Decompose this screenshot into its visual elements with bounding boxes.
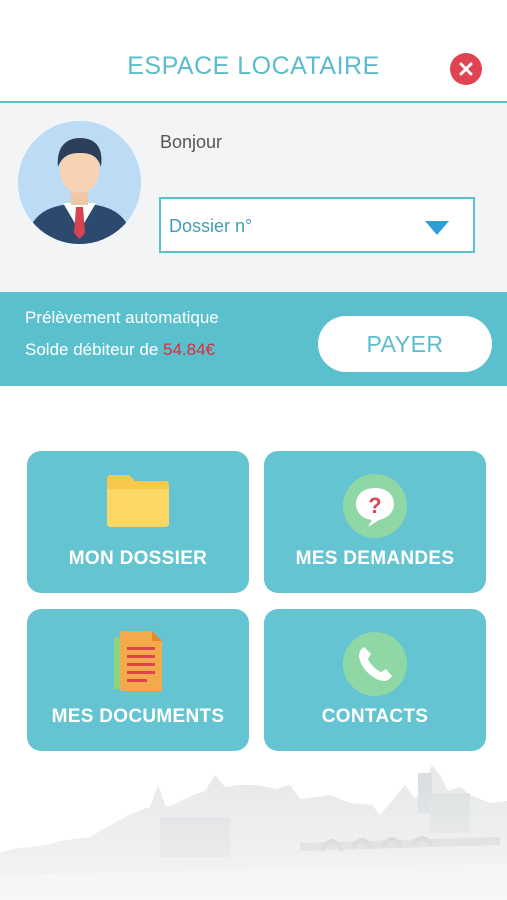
payment-mode-text: Prélèvement automatique	[25, 308, 219, 327]
tile-mon-dossier[interactable]: MON DOSSIER	[27, 451, 249, 593]
documents-icon	[114, 631, 162, 691]
balance-amount: 54.84€	[163, 340, 216, 359]
close-icon	[459, 62, 473, 76]
profile-section: Bonjour Dossier n°	[0, 104, 507, 292]
tile-label: MES DOCUMENTS	[51, 706, 225, 727]
pay-button[interactable]: PAYER	[318, 316, 492, 372]
tile-mes-documents[interactable]: MES DOCUMENTS	[27, 609, 249, 751]
question-bubble-icon: ?	[343, 474, 407, 538]
city-skyline-illustration	[0, 745, 507, 900]
tile-label: MON DOSSIER	[68, 548, 208, 569]
close-button[interactable]	[450, 53, 482, 85]
tile-label: MES DEMANDES	[295, 548, 455, 569]
page-title: ESPACE LOCATAIRE	[127, 52, 380, 80]
chevron-down-icon	[425, 221, 449, 235]
folder-icon	[107, 475, 169, 527]
dossier-select-value: Dossier n°	[169, 216, 253, 236]
app-header: ESPACE LOCATAIRE	[0, 0, 507, 103]
avatar	[18, 121, 141, 244]
svg-text:?: ?	[368, 493, 381, 518]
balance-text: Solde débiteur de 54.84€	[25, 340, 215, 360]
tile-label: CONTACTS	[321, 706, 429, 727]
user-avatar-icon	[18, 121, 141, 244]
tile-mes-demandes[interactable]: ? MES DEMANDES	[264, 451, 486, 593]
greeting-text: Bonjour	[160, 132, 223, 152]
tile-contacts[interactable]: CONTACTS	[264, 609, 486, 751]
dossier-select[interactable]: Dossier n°	[159, 197, 475, 253]
phone-icon	[343, 632, 407, 696]
balance-label: Solde débiteur de	[25, 340, 159, 359]
payment-banner: Prélèvement automatique Solde débiteur d…	[0, 292, 507, 386]
